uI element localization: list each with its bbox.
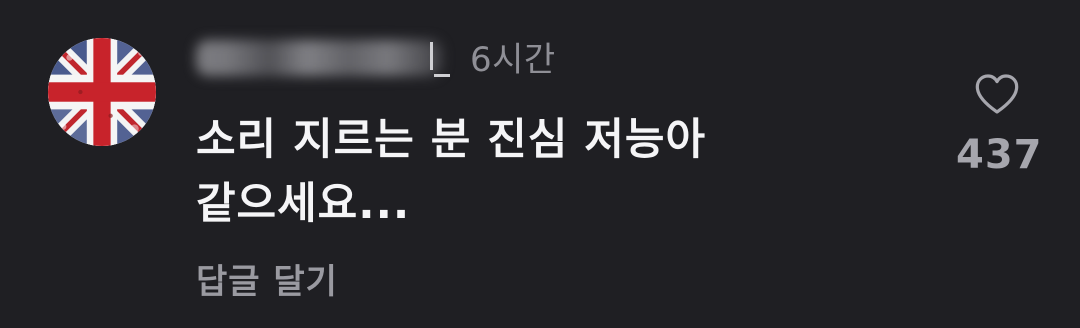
like-count: 437 bbox=[956, 132, 1043, 178]
comment-text-line1: 소리 지르는 분 진심 저능아 bbox=[196, 115, 707, 165]
username-underscore bbox=[434, 74, 450, 77]
comment-text-line2: 같으세요... bbox=[196, 179, 411, 229]
username-blurred[interactable] bbox=[196, 34, 454, 78]
comment-item: 6시간 소리 지르는 분 진심 저능아 같으세요... 답글 달기 437 bbox=[0, 0, 1080, 328]
comment-text: 소리 지르는 분 진심 저능아 같으세요... bbox=[196, 108, 836, 236]
like-button[interactable]: 437 bbox=[956, 72, 1043, 192]
comment-header: 6시간 bbox=[196, 28, 556, 84]
reply-button[interactable]: 답글 달기 bbox=[196, 254, 338, 303]
union-jack-avatar-icon bbox=[48, 38, 156, 146]
user-avatar[interactable] bbox=[48, 38, 156, 146]
username-glyph-fragment bbox=[430, 42, 433, 70]
username-redaction bbox=[196, 40, 442, 76]
heart-outline-icon bbox=[975, 74, 1019, 114]
comment-timestamp: 6시간 bbox=[470, 39, 556, 80]
